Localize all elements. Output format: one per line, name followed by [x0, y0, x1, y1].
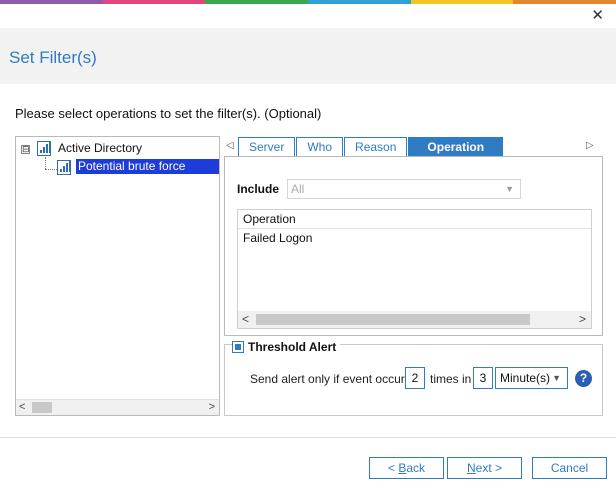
cancel-button[interactable]: Cancel: [532, 457, 607, 479]
scroll-right-icon[interactable]: >: [209, 401, 215, 413]
scroll-thumb[interactable]: [256, 314, 530, 325]
include-dropdown[interactable]: All ▼: [287, 179, 521, 199]
operation-panel: Include All ▼ Operation Failed Logon < >: [224, 156, 603, 336]
bar-chart-icon: [57, 160, 71, 175]
include-value: All: [291, 182, 305, 196]
interval-input[interactable]: 3: [473, 367, 493, 389]
tree-connector: [45, 157, 46, 169]
threshold-alert-checkbox[interactable]: [232, 341, 244, 353]
tab-scroll-right-icon[interactable]: ▷: [586, 140, 594, 151]
instruction-text: Please select operations to set the filt…: [15, 106, 322, 121]
next-mnemonic: N: [466, 461, 476, 475]
threshold-alert-label: Threshold Alert: [248, 340, 337, 354]
operation-list[interactable]: Operation Failed Logon < >: [237, 209, 592, 329]
filter-tabs: Server Who Reason Operation: [238, 137, 504, 157]
collapse-icon[interactable]: ⊟: [21, 145, 30, 154]
next-rest: ext >: [475, 461, 503, 475]
accent-segment: [308, 0, 411, 4]
threshold-alert-toggle[interactable]: Threshold Alert: [232, 340, 341, 354]
event-count-input[interactable]: 2: [405, 367, 425, 389]
rule-tree: ⊟ Active Directory Potential brute force…: [15, 136, 220, 416]
tree-connector: [45, 169, 57, 170]
list-item[interactable]: Failed Logon: [243, 230, 312, 246]
scroll-thumb[interactable]: [32, 402, 52, 413]
tab-who[interactable]: Who: [296, 137, 344, 157]
interval-unit-dropdown[interactable]: Minute(s) ▼: [495, 367, 568, 389]
back-rest: ack: [406, 461, 426, 475]
accent-segment: [410, 0, 514, 4]
back-button[interactable]: < Back: [369, 457, 444, 479]
chevron-down-icon: ▼: [552, 373, 561, 383]
accent-segment: [513, 0, 616, 4]
tree-node-potential-brute-force-attack[interactable]: Potential brute force attack: [76, 159, 219, 188]
footer-divider: [0, 437, 616, 438]
chevron-down-icon: ▼: [505, 184, 514, 194]
interval-unit-value: Minute(s): [500, 371, 551, 385]
back-prefix: <: [387, 461, 399, 475]
accent-segment: [205, 0, 309, 4]
times-in-label: times in: [430, 372, 472, 386]
next-button[interactable]: Next >: [447, 457, 522, 479]
tree-horizontal-scrollbar[interactable]: < >: [16, 399, 219, 415]
tab-scroll-left-icon[interactable]: ◁: [226, 140, 234, 151]
accent-color-bar: [0, 0, 616, 4]
scroll-left-icon[interactable]: <: [242, 312, 249, 326]
bar-chart-icon: [37, 141, 51, 156]
accent-segment: [0, 0, 103, 4]
tab-operation[interactable]: Operation: [408, 137, 504, 157]
close-icon[interactable]: ✕: [591, 8, 604, 24]
dialog-header: Set Filter(s): [0, 28, 616, 84]
operation-column-header[interactable]: Operation: [238, 210, 591, 229]
scroll-left-icon[interactable]: <: [19, 401, 25, 413]
operation-horizontal-scrollbar[interactable]: < >: [238, 311, 591, 328]
help-icon[interactable]: ?: [575, 370, 592, 387]
send-alert-label: Send alert only if event occurs: [250, 372, 411, 386]
tab-server[interactable]: Server: [238, 137, 296, 157]
dialog-title: Set Filter(s): [9, 48, 97, 67]
tree-node-active-directory[interactable]: Active Directory: [58, 141, 142, 155]
tab-reason[interactable]: Reason: [344, 137, 408, 157]
include-label: Include: [237, 182, 280, 196]
accent-segment: [102, 0, 206, 4]
scroll-right-icon[interactable]: >: [579, 312, 586, 326]
